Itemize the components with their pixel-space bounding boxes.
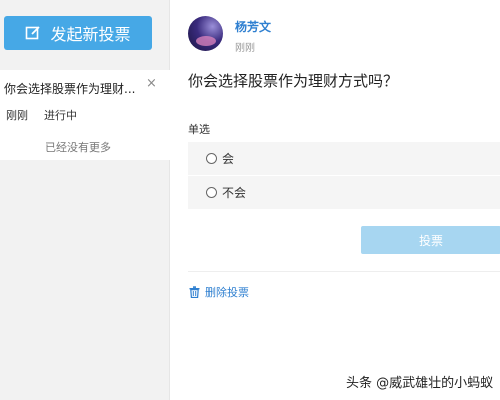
- new-vote-button[interactable]: 发起新投票: [4, 16, 152, 50]
- submit-vote-button[interactable]: 投票: [361, 226, 500, 254]
- radio-button[interactable]: [206, 187, 217, 198]
- post-time: 刚刚: [235, 43, 255, 54]
- delete-vote-link[interactable]: 删除投票: [189, 284, 249, 300]
- vote-app: 发起新投票 你会选择股票作为理财... × 刚刚 进行中 已经没有更多 杨芳文 …: [0, 0, 500, 400]
- vote-item-time: 刚刚: [6, 109, 28, 122]
- vote-detail: 杨芳文 刚刚 你会选择股票作为理财方式吗？ 单选 会 不会 投票 删除投票: [171, 0, 500, 400]
- author-name[interactable]: 杨芳文: [235, 18, 271, 35]
- watermark-text: 头条 @威武雄壮的小蚂蚁: [346, 376, 494, 391]
- trash-icon: [189, 286, 200, 298]
- vote-item-status: 进行中: [44, 109, 77, 122]
- no-more-text: 已经没有更多: [45, 141, 111, 154]
- vote-question: 你会选择股票作为理财方式吗？: [188, 72, 399, 90]
- avatar-glow: [196, 36, 216, 46]
- vote-type-label: 单选: [188, 123, 210, 136]
- edit-icon: [25, 25, 41, 41]
- vote-option[interactable]: 不会: [188, 176, 500, 209]
- avatar[interactable]: [188, 16, 223, 51]
- delete-vote-label: 删除投票: [205, 286, 249, 299]
- vote-option[interactable]: 会: [188, 142, 500, 175]
- new-vote-label: 发起新投票: [50, 25, 131, 44]
- option-label: 不会: [222, 186, 247, 200]
- option-label: 会: [222, 152, 235, 166]
- vote-list-item[interactable]: 你会选择股票作为理财... × 刚刚 进行中 已经没有更多: [0, 70, 170, 160]
- divider: [188, 271, 500, 272]
- vote-item-title: 你会选择股票作为理财...: [4, 82, 136, 96]
- close-icon[interactable]: ×: [146, 77, 157, 90]
- sidebar: 发起新投票 你会选择股票作为理财... × 刚刚 进行中 已经没有更多: [0, 0, 170, 400]
- radio-button[interactable]: [206, 153, 217, 164]
